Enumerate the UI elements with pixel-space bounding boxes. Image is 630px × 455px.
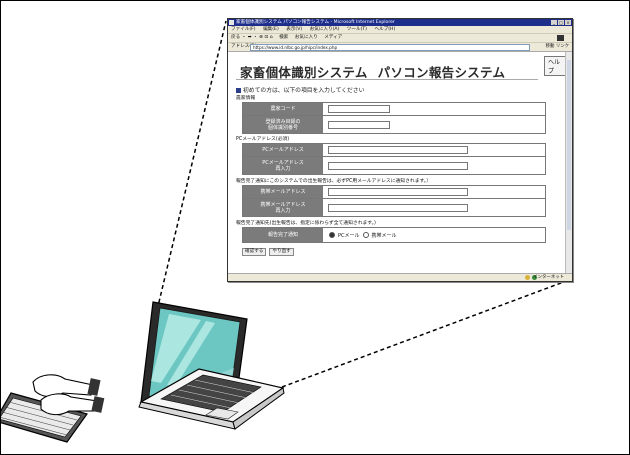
toolbar-media[interactable]: メディア (324, 35, 342, 40)
menu-bar: ファイル(F) 編集(E) 表示(V) お気に入り(A) ツール(T) ヘルプ(… (228, 26, 572, 34)
menu-favorites[interactable]: お気に入り(A) (310, 27, 340, 32)
browser-titlebar: 家畜個体識別システム パソコン報告システム - Microsoft Intern… (228, 19, 572, 26)
projection-line-right (281, 279, 570, 388)
vertical-scrollbar[interactable] (565, 52, 572, 274)
intro-label: 初めての方は、以下の項目を入力してください (243, 88, 365, 94)
registered-id-input[interactable] (328, 121, 390, 129)
registered-id-label: 登録済み目録の 個体識別番号 (243, 116, 323, 133)
browser-title: 家畜個体識別システム パソコン報告システム - Microsoft Intern… (236, 20, 395, 25)
address-bar: アドレス(D) https://www.id.nlbc.go.jp/hipc/i… (228, 43, 572, 52)
mobile-mail-confirm-label-line2: 再入力 (275, 207, 291, 214)
title-divider (236, 79, 538, 80)
maximize-icon[interactable]: □ (558, 20, 564, 25)
confirm-button[interactable]: 確認する (242, 248, 267, 256)
section-pc-mail: PCメールアドレス(必須) (236, 137, 290, 142)
projection-line-left (153, 20, 227, 324)
registered-id-label-line2: 個体識別番号 (267, 124, 298, 131)
notice-radio-group: PCメール 携帯メール (329, 228, 397, 242)
row-registered-id: 登録済み目録の 個体識別番号 (242, 115, 546, 134)
menu-help[interactable]: ヘルプ(H) (374, 27, 395, 32)
status-zone: インターネット (533, 275, 564, 280)
menu-file[interactable]: ファイル(F) (231, 27, 256, 32)
ie-icon (229, 20, 234, 25)
window-buttons: _ □ × (551, 20, 571, 25)
radio-mobile-mail[interactable] (362, 232, 369, 238)
pc-mail-confirm-input[interactable] (328, 162, 468, 170)
section-farm-info: 農家情報 (236, 96, 256, 101)
menu-tools[interactable]: ツール(T) (347, 27, 367, 32)
page-content: ヘルプ 家畜個体識別システム パソコン報告システム 初めての方は、以下の項目を入力… (228, 52, 566, 274)
keyboard-and-hands (1, 374, 105, 443)
row-pc-mail: PCメールアドレス (242, 143, 546, 157)
notice-label: 報告完了通知 (243, 228, 323, 242)
section-notice: 報告完了通知先(出生報告は、指定に係わらず全て通知されます。) (236, 221, 376, 226)
bullet-square-icon (236, 88, 241, 93)
mobile-mail-input[interactable] (328, 188, 468, 196)
mobile-mail-confirm-label: 携帯メールアドレス 再入力 (243, 199, 323, 216)
address-input[interactable]: https://www.id.nlbc.go.jp/hipc/index.php (250, 44, 530, 51)
go-label: 移動 (545, 44, 555, 49)
menu-view[interactable]: 表示(V) (286, 27, 302, 32)
pc-mail-confirm-label: PCメールアドレス 再入力 (243, 157, 323, 174)
go-button[interactable]: 移動 リンク (546, 43, 569, 51)
browser-toolbar: 戻る ・ ➡ ・ ⊗ ⊡ ⌂ 検索 お気に入り メディア (228, 34, 572, 43)
help-button[interactable]: ヘルプ (544, 56, 566, 76)
radio-pc-mail-label: PCメール (338, 232, 360, 239)
pc-mail-input[interactable] (328, 146, 468, 154)
links-label: リンク (555, 44, 569, 49)
status-bar: インターネット (228, 273, 572, 281)
mobile-mail-confirm-input[interactable] (328, 204, 468, 212)
page-title-main: 家畜個体識別システム (240, 65, 368, 80)
page-title-sub: パソコン報告システム (377, 65, 506, 80)
windows-logo-icon (557, 35, 564, 41)
farm-code-input[interactable] (328, 105, 390, 113)
intro-text: 初めての方は、以下の項目を入力してください (236, 85, 364, 94)
row-mobile-mail: 携帯メールアドレス (242, 185, 546, 199)
toolbar-search[interactable]: 検索 (279, 35, 288, 40)
menu-edit[interactable]: 編集(E) (263, 27, 279, 32)
form-buttons: 確認する やり直す (242, 248, 294, 256)
scrollbar-thumb[interactable] (567, 60, 571, 230)
row-mobile-mail-confirm: 携帯メールアドレス 再入力 (242, 198, 546, 217)
radio-mobile-mail-label: 携帯メール (371, 232, 397, 239)
farm-code-label: 農家コード (243, 103, 323, 115)
close-icon[interactable]: × (565, 20, 571, 25)
illustration-frame: 家畜個体識別システム パソコン報告システム - Microsoft Intern… (0, 0, 630, 455)
radio-pc-mail[interactable] (329, 232, 335, 238)
pc-mail-label: PCメールアドレス (243, 144, 323, 156)
mobile-mail-label: 携帯メールアドレス (243, 186, 323, 198)
nav-buttons[interactable]: 戻る ・ ➡ ・ ⊗ ⊡ ⌂ (231, 35, 273, 40)
pc-mail-confirm-label-line2: 再入力 (275, 165, 291, 172)
lock-icon (525, 275, 530, 280)
reset-button[interactable]: やり直す (269, 248, 294, 256)
row-notice: 報告完了通知 PCメール 携帯メール (242, 227, 546, 243)
row-farm-code: 農家コード (242, 102, 546, 116)
minimize-icon[interactable]: _ (551, 20, 557, 25)
row-pc-mail-confirm: PCメールアドレス 再入力 (242, 156, 546, 175)
toolbar-favorites[interactable]: お気に入り (295, 35, 318, 40)
section-mobile-mail: 報告完了通知にこのシステムでの出生報告は、必ずPC用メールアドレスに通知されます… (236, 179, 432, 184)
browser-window: 家畜個体識別システム パソコン報告システム - Microsoft Intern… (227, 18, 573, 282)
